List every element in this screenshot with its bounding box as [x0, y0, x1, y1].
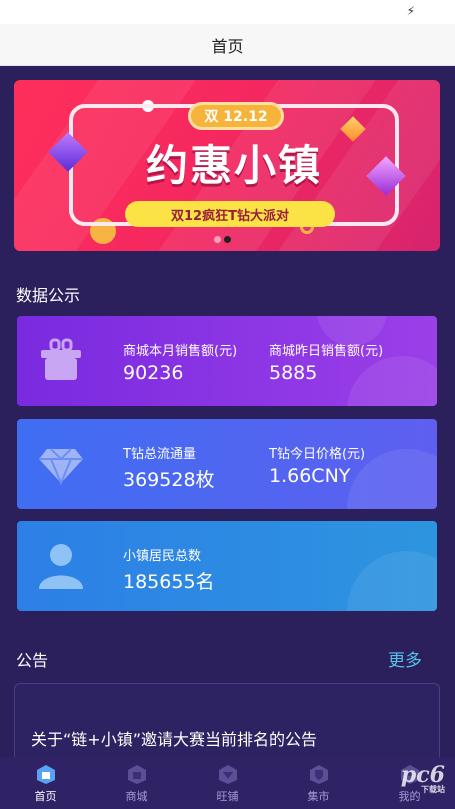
stat-month-sales: 商城本月销售额(元) 90236 — [123, 344, 238, 384]
stat-card-sales: 商城本月销售额(元) 90236 商城昨日销售额(元) 5885 — [17, 316, 437, 406]
diamond-icon — [39, 448, 83, 486]
stat-residents: 小镇居民总数 185655名 — [123, 549, 215, 593]
gift-box-icon — [41, 338, 81, 380]
stat-tdiamond-price: T钻今日价格(元) 1.66CNY — [269, 447, 366, 487]
stat-tdiamond-supply: T钻总流通量 369528枚 — [123, 447, 215, 491]
tab-market[interactable]: 集市 — [273, 757, 364, 809]
tab-store[interactable]: 旺铺 — [182, 757, 273, 809]
notice-item[interactable]: 关于“链+小镇”邀请大赛当前排名的公告 — [31, 726, 317, 750]
carousel-dot[interactable] — [214, 236, 221, 243]
banner-subline: 双12疯狂T钻大派对 — [125, 201, 335, 227]
person-icon — [39, 544, 83, 589]
tab-shop[interactable]: 商城 — [91, 757, 182, 809]
top-nav-bar: 首页 — [0, 24, 455, 66]
stat-card-tdiamond: T钻总流通量 369528枚 T钻今日价格(元) 1.66CNY — [17, 419, 437, 509]
status-bar: ⚡ — [0, 0, 455, 24]
section-title-notice: 公告 — [16, 650, 49, 670]
stat-yesterday-sales: 商城昨日销售额(元) 5885 — [269, 344, 384, 384]
more-link[interactable]: 更多 — [388, 646, 422, 671]
carousel-dot-active[interactable] — [224, 236, 231, 243]
page-title: 首页 — [211, 36, 244, 56]
home-icon — [36, 765, 55, 784]
tab-home[interactable]: 首页 — [0, 757, 91, 809]
banner-headline: 约惠小镇 — [145, 141, 322, 190]
section-title-data: 数据公示 — [16, 286, 81, 305]
market-icon — [309, 765, 328, 784]
bottom-tab-bar: 首页 商城 旺铺 集市 我的 — [0, 757, 455, 809]
notice-header: 公告 更多 — [16, 646, 436, 672]
date-badge: 双 12.12 — [188, 102, 284, 130]
stat-card-residents: 小镇居民总数 185655名 — [17, 521, 437, 611]
shop-icon — [127, 765, 146, 784]
store-icon — [218, 765, 237, 784]
watermark-logo: pc6 下载站 — [400, 762, 445, 794]
bolt-icon: ⚡ — [406, 4, 415, 18]
promo-banner[interactable]: 双 12.12 约惠小镇 双12疯狂T钻大派对 — [14, 80, 440, 251]
